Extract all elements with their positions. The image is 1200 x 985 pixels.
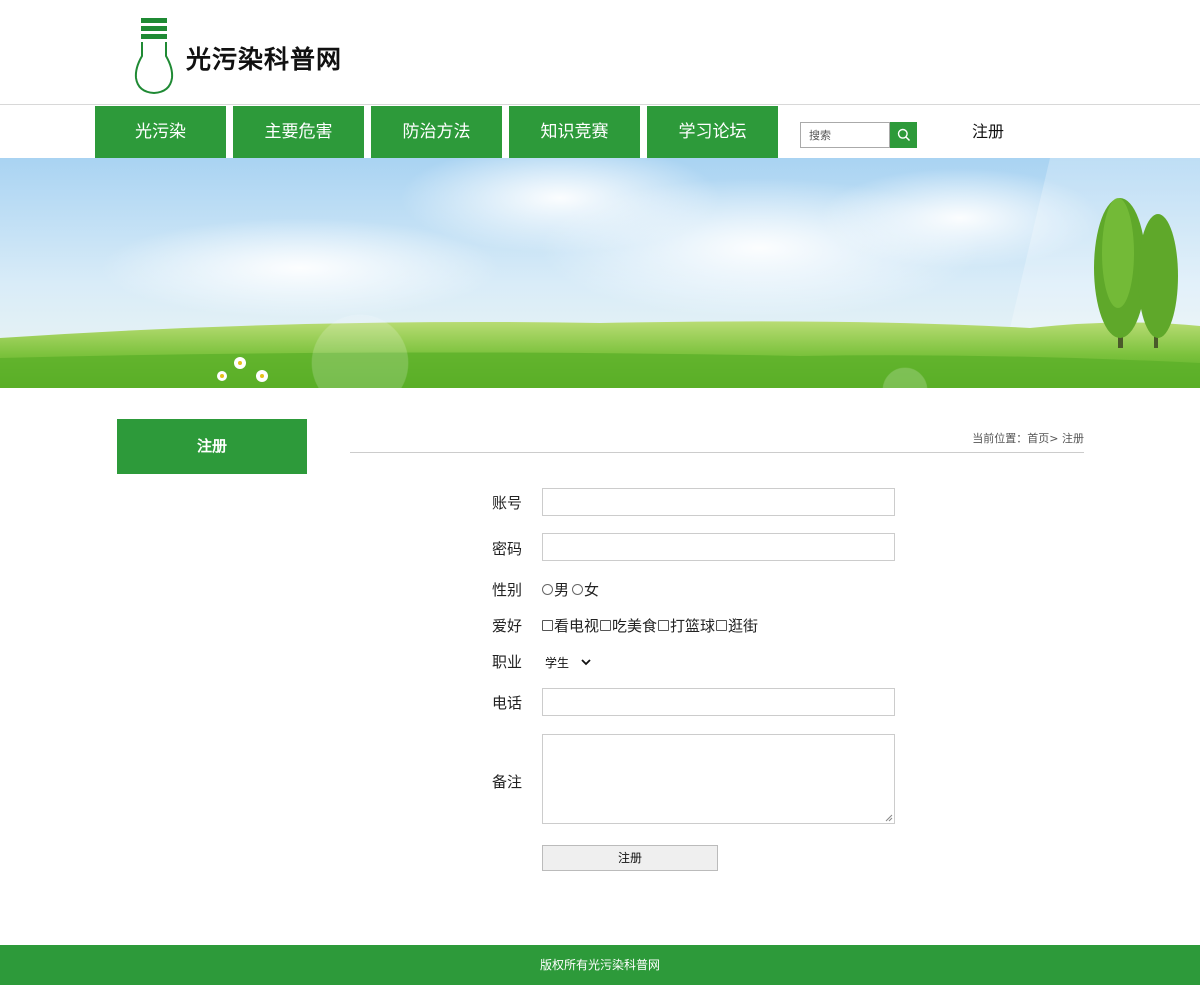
search-icon xyxy=(897,128,910,142)
hobby-option-shopping[interactable]: 逛街 xyxy=(716,615,758,636)
gender-male-label: 男 xyxy=(554,581,570,599)
gender-option-male[interactable]: 男 xyxy=(542,579,569,600)
site-footer: 版权所有光污染科普网 xyxy=(0,945,1200,985)
checkbox-tv[interactable] xyxy=(542,620,553,631)
password-input[interactable] xyxy=(542,533,895,561)
gender-option-female[interactable]: 女 xyxy=(572,579,599,600)
lightbulb-logo-icon xyxy=(134,18,174,95)
breadcrumb-current: 注册 xyxy=(1058,432,1084,445)
password-label: 密码 xyxy=(491,540,522,558)
nav-item-main-hazards[interactable]: 主要危害 xyxy=(233,106,364,158)
resize-handle-icon[interactable] xyxy=(885,814,893,822)
main-nav: 光污染 主要危害 防治方法 知识竞赛 学习论坛 注册 xyxy=(0,106,1200,158)
search-input[interactable] xyxy=(800,122,890,148)
hobby-tv-label: 看电视 xyxy=(554,617,600,635)
hobby-basketball-label: 打篮球 xyxy=(670,617,716,635)
chevron-down-icon xyxy=(581,658,591,665)
radio-female[interactable] xyxy=(572,584,583,595)
account-input[interactable] xyxy=(542,488,895,516)
checkbox-food[interactable] xyxy=(600,620,611,631)
gender-female-label: 女 xyxy=(584,581,600,599)
hobby-option-basketball[interactable]: 打篮球 xyxy=(658,615,715,636)
job-selected-value: 学生 xyxy=(545,655,570,670)
nav-item-light-pollution[interactable]: 光污染 xyxy=(95,106,226,158)
hero-banner xyxy=(0,158,1200,388)
breadcrumb: 当前位置：首页> 注册 xyxy=(350,420,1084,453)
hobby-label: 爱好 xyxy=(491,617,522,635)
nav-item-prevention[interactable]: 防治方法 xyxy=(371,106,502,158)
note-label: 备注 xyxy=(491,773,522,791)
phone-label: 电话 xyxy=(491,694,522,712)
breadcrumb-prefix: 当前位置： xyxy=(972,432,1028,445)
checkbox-basketball[interactable] xyxy=(658,620,669,631)
submit-register-button[interactable]: 注册 xyxy=(542,845,718,871)
radio-male[interactable] xyxy=(542,584,553,595)
phone-input[interactable] xyxy=(542,688,895,716)
hobby-option-food[interactable]: 吃美食 xyxy=(600,615,657,636)
hobby-option-tv[interactable]: 看电视 xyxy=(542,615,599,636)
nav-register-link[interactable]: 注册 xyxy=(960,106,1016,158)
breadcrumb-home-link[interactable]: 首页 xyxy=(1027,432,1049,445)
nav-item-forum[interactable]: 学习论坛 xyxy=(647,106,778,158)
checkbox-shopping[interactable] xyxy=(716,620,727,631)
hobby-shopping-label: 逛街 xyxy=(728,617,759,635)
site-header: 光污染科普网 xyxy=(0,0,1200,105)
job-select[interactable]: 学生 xyxy=(542,652,598,672)
sidebar-title: 注册 xyxy=(117,419,307,474)
note-textarea[interactable] xyxy=(542,734,895,824)
hobby-food-label: 吃美食 xyxy=(612,617,658,635)
site-name: 光污染科普网 xyxy=(186,45,343,74)
breadcrumb-separator: > xyxy=(1049,432,1059,445)
copyright-text: 版权所有光污染科普网 xyxy=(539,958,660,972)
gender-label: 性别 xyxy=(491,581,522,599)
landscape-banner-image xyxy=(0,158,1200,388)
job-label: 职业 xyxy=(491,653,522,671)
account-label: 账号 xyxy=(491,494,522,512)
search-button[interactable] xyxy=(890,122,917,148)
nav-item-quiz[interactable]: 知识竞赛 xyxy=(509,106,640,158)
